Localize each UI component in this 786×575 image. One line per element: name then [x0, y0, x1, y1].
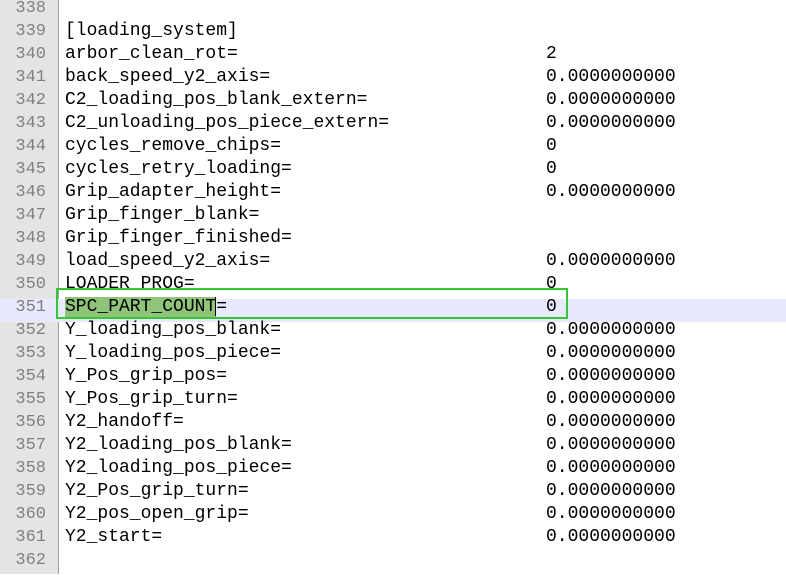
line-number: 346: [15, 183, 46, 202]
line-number: 347: [15, 206, 46, 225]
line-number: 353: [15, 344, 46, 363]
config-key: Y_Pos_grip_pos=: [65, 366, 228, 386]
line-number: 348: [15, 229, 46, 248]
config-value: 0.0000000000: [546, 481, 676, 501]
editor-line[interactable]: 362: [0, 551, 786, 575]
config-value: 0.0000000000: [546, 389, 676, 409]
line-number: 358: [15, 459, 46, 478]
config-key: Y2_loading_pos_blank=: [65, 435, 292, 455]
config-key: [loading_system]: [65, 21, 238, 41]
config-value: 0.0000000000: [546, 366, 676, 386]
config-key: Y2_Pos_grip_turn=: [65, 481, 249, 501]
config-key: cycles_retry_loading=: [65, 159, 292, 179]
config-key: Y2_handoff=: [65, 412, 184, 432]
line-number: 339: [15, 22, 46, 41]
selected-text: SPC_PART_COUNT: [65, 297, 217, 317]
config-value: 0.0000000000: [546, 320, 676, 340]
config-key: Y2_pos_open_grip=: [65, 504, 249, 524]
config-key: Grip_finger_finished=: [65, 228, 292, 248]
line-number: 338: [15, 0, 46, 18]
line-number: 349: [15, 252, 46, 271]
config-value: 0.0000000000: [546, 113, 676, 133]
config-key: Y2_loading_pos_piece=: [65, 458, 292, 478]
line-number: 362: [15, 551, 46, 570]
config-key: Grip_finger_blank=: [65, 205, 260, 225]
line-number: 342: [15, 91, 46, 110]
config-value: 0: [546, 136, 557, 156]
config-key: C2_loading_pos_blank_extern=: [65, 90, 368, 110]
config-value: 0: [546, 159, 557, 179]
line-number: 345: [15, 160, 46, 179]
config-key: Grip_adapter_height=: [65, 182, 282, 202]
config-value: 0.0000000000: [546, 67, 676, 87]
line-number: 356: [15, 413, 46, 432]
line-number: 351: [15, 298, 46, 317]
config-value: 0.0000000000: [546, 251, 676, 271]
config-key: load_speed_y2_axis=: [65, 251, 271, 271]
line-number: 360: [15, 505, 46, 524]
line-number: 355: [15, 390, 46, 409]
text-editor[interactable]: 338 339 [loading_system] 340 arbor_clean_rot…: [0, 0, 786, 574]
line-number: 341: [15, 68, 46, 87]
config-value: 0.0000000000: [546, 458, 676, 478]
editor-line[interactable]: 361 Y2_start= 0.0000000000: [0, 527, 786, 552]
line-number: 354: [15, 367, 46, 386]
config-value: 0: [546, 297, 557, 317]
config-value: 0.0000000000: [546, 182, 676, 202]
line-number: 352: [15, 321, 46, 340]
config-value: 0.0000000000: [546, 527, 676, 547]
config-key: Y_loading_pos_piece=: [65, 343, 282, 363]
line-number: 340: [15, 45, 46, 64]
line-number: 350: [15, 275, 46, 294]
config-key: C2_unloading_pos_piece_extern=: [65, 113, 390, 133]
config-value: 0.0000000000: [546, 435, 676, 455]
config-value: 0.0000000000: [546, 343, 676, 363]
config-key: Y_Pos_grip_turn=: [65, 389, 238, 409]
config-key: Y2_start=: [65, 527, 163, 547]
config-key: SPC_PART_COUNT=: [65, 296, 227, 319]
config-value: 0: [546, 274, 557, 294]
config-key: LOADER_PROG=: [65, 274, 195, 294]
line-number: 344: [15, 137, 46, 156]
config-value: 2: [546, 44, 557, 64]
config-key-rest: =: [216, 297, 228, 317]
config-value: 0.0000000000: [546, 90, 676, 110]
line-number: 343: [15, 114, 46, 133]
config-value: 0.0000000000: [546, 504, 676, 524]
line-number: 357: [15, 436, 46, 455]
config-key: back_speed_y2_axis=: [65, 67, 271, 87]
line-number: 359: [15, 482, 46, 501]
line-number: 361: [15, 528, 46, 547]
config-key: arbor_clean_rot=: [65, 44, 238, 64]
config-value: 0.0000000000: [546, 412, 676, 432]
config-key: Y_loading_pos_blank=: [65, 320, 282, 340]
config-key: cycles_remove_chips=: [65, 136, 282, 156]
